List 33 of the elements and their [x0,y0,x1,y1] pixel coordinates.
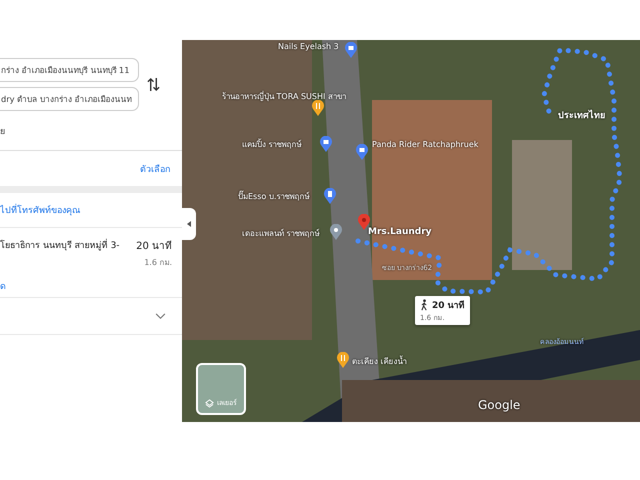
map-label: ประเทศไทย [558,108,605,122]
map-label: แคมปิ้ง ราชพฤกษ์ [242,138,302,151]
route-distance: 1.6 กม. [143,257,172,269]
caret-left-icon [187,221,191,227]
shopping-bag-pin-icon [345,42,357,58]
map-label: Mrs.Laundry [368,227,432,237]
fuel-pump-pin-icon [324,188,336,204]
layers-icon [205,399,214,408]
shopping-bag-pin-icon [356,144,368,160]
collapse-panel-button[interactable] [182,208,196,240]
shopping-bag-pin-icon [320,136,332,152]
origin-field[interactable]: กร่าง อำเภอเมืองนนทบุรี นนทบุรี 11 [0,58,139,82]
walking-time: 20 นาที [432,299,465,312]
map-label: Nails Eyelash 3 [278,42,339,51]
google-logo: Google [478,398,520,412]
map-label: Panda Rider Ratchaphruek [372,140,478,149]
route-time: 20 นาที [136,240,172,253]
walking-person-icon [420,299,429,311]
map-label: ตะเคียง เคียงน้ำ [352,355,407,368]
destination-pin-icon [358,214,370,230]
map-label: ร้านอาหารญี่ปุ่น TORA SUSHI สาขา [222,90,346,103]
fork-knife-pin-icon [337,352,349,368]
map-label: เดอะแพลนท์ ราชพฤกษ์ [242,228,320,240]
options-link[interactable]: ตัวเลือก [140,162,170,176]
map-label: ปั๊มEsso บ.ราชพฤกษ์ [238,190,310,203]
details-link[interactable]: ด [0,279,6,293]
map-pin-icon [330,224,342,240]
destination-field[interactable]: dry ตำบล บางกร่าง อำเภอเมืองนนท [0,87,139,111]
route-name: โยธาธิการ นนทบุรี สายหมู่ที่ 3- [0,238,120,253]
fork-knife-pin-icon [312,100,324,116]
route-note: ย [0,126,6,138]
swap-icon[interactable] [147,76,160,93]
chevron-down-icon[interactable] [155,312,166,320]
